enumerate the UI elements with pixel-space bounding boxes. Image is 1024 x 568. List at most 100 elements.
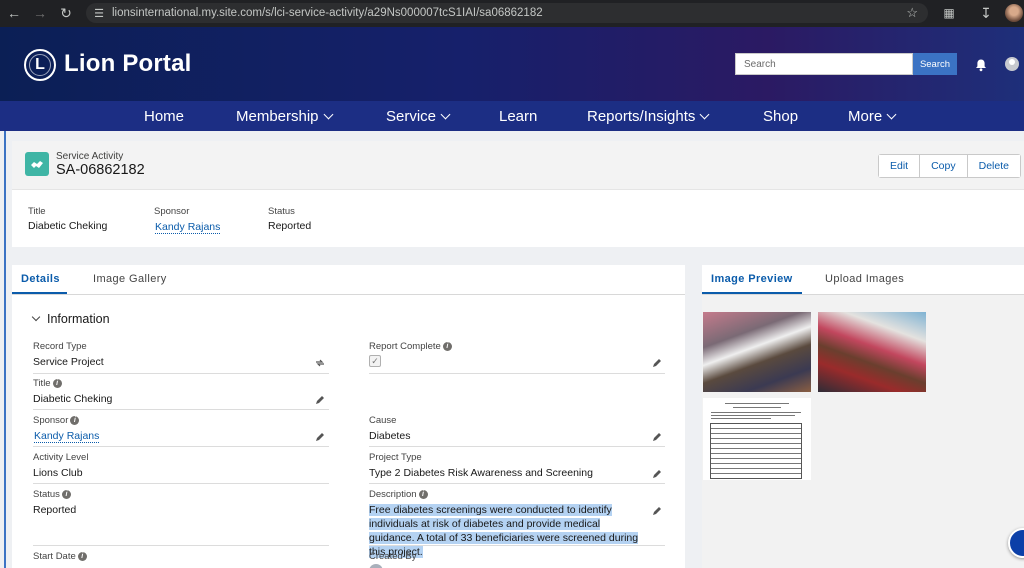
field-label-text: Start Date	[33, 551, 76, 562]
active-tab-indicator	[12, 292, 67, 294]
status-label: Status i	[33, 489, 71, 500]
download-icon[interactable]: ↧	[976, 3, 996, 23]
extensions-icon[interactable]: ▦	[939, 3, 959, 23]
field-label-text: Project Type	[369, 452, 422, 463]
field-divider	[33, 545, 329, 546]
edit-cause-pencil-icon[interactable]	[652, 432, 662, 442]
highlight-status-value: Reported	[268, 220, 312, 232]
image-thumbnail[interactable]	[703, 312, 811, 392]
field-label-text: Title	[33, 378, 51, 389]
address-url: lionsinternational.my.site.com/s/lci-ser…	[112, 7, 543, 19]
active-tab-indicator	[702, 292, 802, 294]
edit-report-complete-pencil-icon[interactable]	[652, 358, 662, 368]
nav-reports-insights[interactable]: Reports/Insights	[587, 101, 710, 131]
delete-button[interactable]: Delete	[967, 155, 1020, 177]
description-label: Description i	[369, 489, 428, 500]
edit-sponsor-pencil-icon[interactable]	[315, 432, 325, 442]
title-label: Title i	[33, 378, 62, 389]
search-button[interactable]: Search	[913, 53, 957, 75]
field-divider	[33, 409, 329, 410]
tab-upload-images[interactable]: Upload Images	[825, 273, 904, 285]
address-bar[interactable]: ☰ lionsinternational.my.site.com/s/lci-s…	[86, 3, 928, 23]
nav-label: Learn	[499, 107, 538, 125]
reload-icon[interactable]: ↻	[56, 3, 76, 23]
start-date-label: Start Date i	[33, 551, 87, 562]
activity-level-label: Activity Level	[33, 452, 88, 463]
nav-shop[interactable]: Shop	[763, 101, 798, 131]
description-text: Free diabetes screenings were conducted …	[369, 504, 639, 558]
nav-label: Home	[144, 107, 185, 125]
doc-text-line	[725, 403, 789, 404]
bookmark-star-icon[interactable]: ☆	[906, 5, 918, 21]
highlight-status-label: Status	[268, 206, 295, 217]
field-divider	[369, 545, 665, 546]
record-type-value: Service Project	[33, 356, 104, 368]
edit-description-pencil-icon[interactable]	[652, 506, 662, 516]
activity-level-value: Lions Club	[33, 467, 83, 479]
field-divider	[33, 373, 329, 374]
edit-title-pencil-icon[interactable]	[315, 395, 325, 405]
highlight-sponsor-label: Sponsor	[154, 206, 190, 217]
record-header	[12, 141, 1024, 190]
nav-service[interactable]: Service	[386, 101, 451, 131]
nav-membership[interactable]: Membership	[236, 101, 333, 131]
document-table-preview	[710, 423, 802, 479]
edit-button[interactable]: Edit	[879, 155, 921, 177]
notification-bell-icon[interactable]	[974, 58, 988, 72]
record-name: SA-06862182	[56, 162, 145, 178]
info-icon[interactable]: i	[442, 342, 452, 351]
info-icon[interactable]: i	[61, 490, 71, 499]
cause-label: Cause	[369, 415, 396, 426]
nav-learn[interactable]: Learn	[499, 101, 537, 131]
record-type-label: Record Type	[33, 341, 87, 352]
highlight-title-value: Diabetic Cheking	[28, 220, 108, 232]
back-icon[interactable]: ←	[4, 3, 24, 23]
report-complete-checkbox[interactable]: ✓	[369, 355, 381, 367]
nav-label: Shop	[763, 107, 799, 125]
object-type-label: Service Activity	[56, 151, 124, 162]
field-divider	[33, 446, 329, 447]
section-title[interactable]: Information	[47, 312, 110, 326]
nav-label: Reports/Insights	[587, 107, 696, 125]
field-label-text: Description	[369, 489, 417, 500]
doc-text-line	[711, 412, 801, 413]
nav-more[interactable]: More	[848, 101, 897, 131]
lions-logo-icon[interactable]: L	[24, 49, 56, 81]
nav-label: More	[848, 107, 883, 125]
highlight-sponsor-link[interactable]: Kandy Rajans	[155, 221, 221, 234]
chevron-down-icon	[323, 109, 333, 119]
nav-home[interactable]: Home	[144, 101, 184, 131]
status-value: Reported	[33, 504, 77, 516]
field-label-text: Created By	[369, 551, 417, 562]
nav-label: Membership	[236, 107, 319, 125]
field-label-text: Status	[33, 489, 60, 500]
report-complete-label: Report Complete i	[369, 341, 452, 352]
forward-icon[interactable]: →	[30, 3, 50, 23]
browser-profile-avatar[interactable]	[1005, 4, 1023, 22]
field-divider	[369, 446, 665, 447]
sponsor-label: Sponsor i	[33, 415, 80, 426]
created-by-label: Created By	[369, 551, 417, 562]
change-record-type-icon[interactable]	[315, 358, 325, 368]
info-icon[interactable]: i	[52, 379, 62, 388]
field-divider	[369, 483, 665, 484]
site-info-icon[interactable]: ☰	[92, 6, 106, 20]
chevron-down-icon	[886, 109, 897, 119]
tab-image-preview[interactable]: Image Preview	[711, 273, 793, 285]
content-frame-border	[4, 131, 6, 568]
highlight-title-label: Title	[28, 206, 46, 217]
info-icon[interactable]: i	[77, 552, 87, 561]
copy-button[interactable]: Copy	[920, 155, 968, 177]
project-type-value: Type 2 Diabetes Risk Awareness and Scree…	[369, 467, 593, 479]
sponsor-link[interactable]: Kandy Rajans	[34, 430, 100, 443]
image-thumbnail[interactable]	[818, 312, 926, 392]
search-input[interactable]	[735, 53, 913, 75]
info-icon[interactable]: i	[418, 490, 428, 499]
portal-brand-title[interactable]: Lion Portal	[64, 50, 192, 78]
edit-project-type-pencil-icon[interactable]	[652, 469, 662, 479]
tab-image-gallery[interactable]: Image Gallery	[93, 273, 167, 285]
tab-details[interactable]: Details	[21, 273, 60, 285]
user-avatar[interactable]	[1005, 57, 1019, 71]
info-icon[interactable]: i	[70, 416, 80, 425]
logo-letter: L	[35, 56, 45, 73]
